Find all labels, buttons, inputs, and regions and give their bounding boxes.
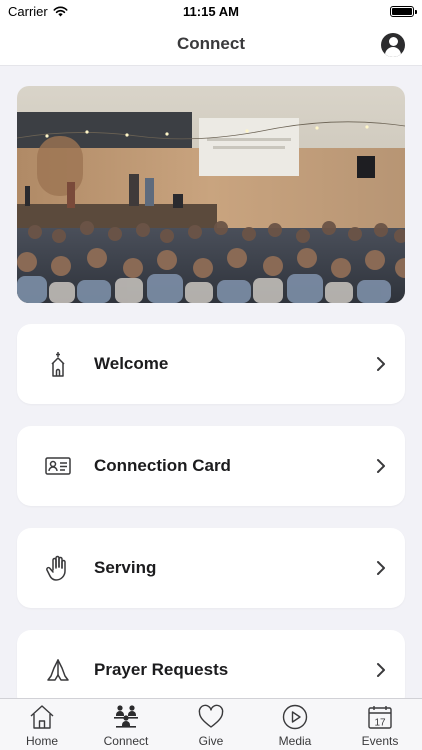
calendar-icon: 17 — [368, 706, 392, 729]
welcome-card[interactable]: Welcome — [17, 324, 405, 404]
id-card-icon — [45, 457, 71, 475]
chevron-right-icon — [377, 459, 385, 473]
chevron-right-icon — [377, 663, 385, 677]
tab-home-label: Home — [25, 734, 58, 748]
tab-events-label: Events — [361, 734, 399, 748]
heart-icon — [198, 704, 224, 728]
tab-events[interactable]: 17 Events — [338, 699, 422, 750]
welcome-label: Welcome — [94, 354, 169, 373]
home-icon — [30, 705, 54, 729]
serving-label: Serving — [94, 558, 157, 577]
status-bar: Carrier 11:15 AM — [0, 0, 422, 24]
tab-media-label: Media — [278, 734, 312, 748]
serving-card[interactable]: Serving — [17, 528, 405, 608]
calendar-day-text: 17 — [374, 718, 386, 729]
praying-hands-icon — [47, 659, 69, 681]
person-circle-icon — [388, 37, 398, 46]
tab-connect-label: Connect — [103, 734, 149, 748]
tab-give-label: Give — [198, 734, 224, 748]
play-icon — [282, 704, 308, 730]
profile-button[interactable] — [381, 33, 405, 57]
connection-card-card[interactable]: Connection Card — [17, 426, 405, 506]
church-icon — [51, 352, 65, 377]
prayer-requests-label: Prayer Requests — [94, 660, 229, 679]
raised-hand-icon — [46, 555, 66, 581]
status-time: 11:15 AM — [183, 4, 239, 19]
hero-image — [17, 86, 405, 303]
navigation-bar: Connect — [0, 24, 422, 66]
people-icon — [114, 705, 138, 728]
tab-home[interactable]: Home — [0, 699, 84, 750]
battery-icon — [390, 6, 417, 17]
tab-bar: Home Connect Give Media 17 Events — [0, 698, 422, 750]
tab-media[interactable]: Media — [253, 699, 337, 750]
tab-connect[interactable]: Connect — [84, 699, 168, 750]
page-title: Connect — [177, 34, 245, 53]
tab-give[interactable]: Give — [169, 699, 253, 750]
chevron-right-icon — [377, 357, 385, 371]
chevron-right-icon — [377, 561, 385, 575]
connection-card-label: Connection Card — [94, 456, 231, 475]
